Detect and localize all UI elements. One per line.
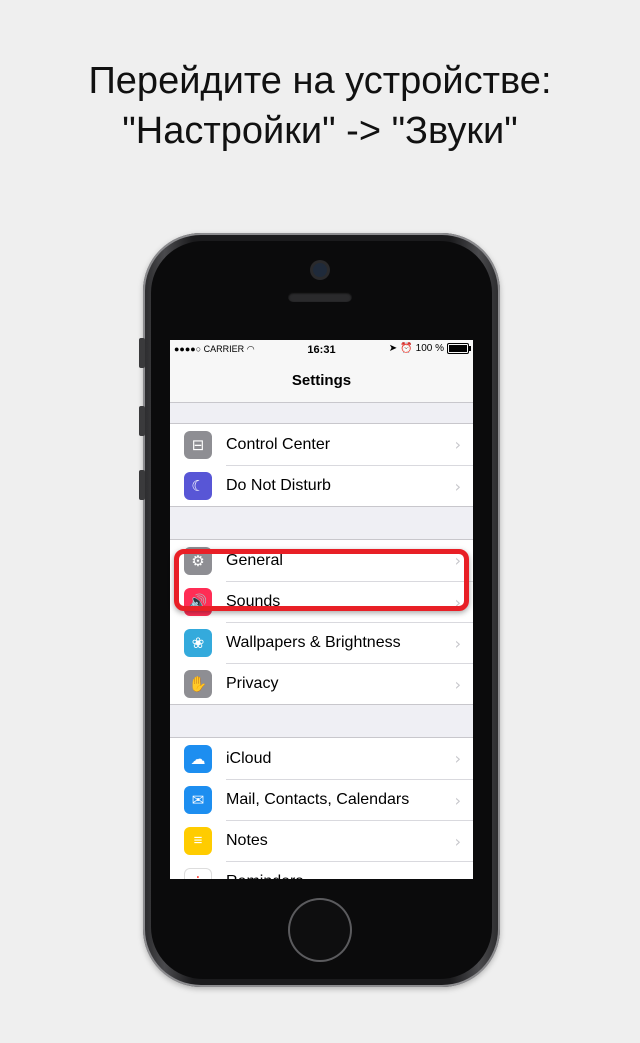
- cloud-icon: ☁: [184, 744, 212, 773]
- chevron-right-icon: ›: [454, 674, 461, 694]
- earpiece-speaker: [288, 292, 352, 302]
- notes-icon: ≡: [184, 826, 212, 855]
- moon-icon: ☾: [184, 471, 212, 500]
- settings-item-body: Notes ›: [226, 820, 473, 861]
- settings-item-label: Notes: [226, 832, 268, 849]
- reminders-icon: ⋮: [184, 867, 212, 879]
- settings-item-reminders[interactable]: ⋮ Reminders ›: [170, 861, 473, 879]
- settings-item-body: Control Center ›: [226, 424, 473, 465]
- hand-icon: ✋: [184, 669, 212, 698]
- volume-up-button: [139, 406, 145, 436]
- control-center-icon: ⊟: [184, 430, 212, 459]
- settings-item-label: iCloud: [226, 749, 272, 767]
- flower-icon: ❀: [184, 628, 212, 657]
- settings-item-body: Mail, Contacts, Calendars ›: [226, 779, 473, 820]
- home-button[interactable]: [290, 900, 350, 960]
- mail-icon: ✉: [184, 785, 212, 814]
- chevron-right-icon: ›: [454, 790, 461, 810]
- battery-icon: [447, 343, 471, 354]
- settings-item-body: Do Not Disturb ›: [226, 465, 473, 506]
- settings-item-label: Reminders: [226, 873, 303, 879]
- instruction-text: Перейдите на устройстве: "Настройки" -> …: [0, 56, 640, 156]
- settings-item-icloud[interactable]: ☁ iCloud ›: [170, 738, 473, 779]
- mute-switch: [139, 338, 145, 368]
- location-icon: ➤: [388, 343, 398, 354]
- chevron-right-icon: ›: [454, 476, 461, 496]
- battery-percent: 100 %: [415, 343, 444, 354]
- settings-item-label: Privacy: [226, 675, 279, 692]
- chevron-right-icon: ›: [454, 749, 461, 768]
- settings-item-do-not-disturb[interactable]: ☾ Do Not Disturb ›: [170, 465, 473, 506]
- settings-group-1: ⊟ Control Center › ☾ Do Not Disturb ›: [170, 423, 473, 507]
- front-camera: [313, 263, 327, 277]
- settings-item-label: Wallpapers & Brightness: [226, 634, 401, 651]
- settings-item-control-center[interactable]: ⊟ Control Center ›: [170, 424, 473, 465]
- chevron-right-icon: ›: [454, 831, 461, 851]
- settings-item-privacy[interactable]: ✋ Privacy ›: [170, 663, 473, 704]
- nav-title: Settings: [170, 360, 473, 403]
- status-bar: ●●●●○ CARRIER ◠ 16:31 ➤ ⏰ 100 %: [170, 340, 473, 360]
- alarm-icon: ⏰: [400, 343, 413, 354]
- instruction-line-2: "Настройки" -> "Звуки": [122, 110, 518, 152]
- settings-item-body: Wallpapers & Brightness ›: [226, 622, 473, 663]
- settings-item-body: Reminders ›: [226, 861, 473, 879]
- settings-item-label: Do Not Disturb: [226, 477, 331, 494]
- settings-item-mail-contacts-calendars[interactable]: ✉ Mail, Contacts, Calendars ›: [170, 779, 473, 820]
- settings-item-body: Privacy ›: [226, 663, 473, 704]
- status-right: ➤ ⏰ 100 %: [388, 343, 471, 354]
- settings-list: ⊟ Control Center › ☾ Do Not Disturb › ⚙ General…: [170, 403, 473, 879]
- sounds-highlight-box: [174, 549, 469, 611]
- chevron-right-icon: ›: [455, 873, 461, 880]
- instruction-line-1: Перейдите на устройстве:: [88, 60, 552, 102]
- settings-item-label: Mail, Contacts, Calendars: [226, 791, 410, 808]
- settings-item-body: iCloud ›: [226, 738, 473, 779]
- settings-item-notes[interactable]: ≡ Notes ›: [170, 820, 473, 861]
- settings-item-wallpapers-brightness[interactable]: ❀ Wallpapers & Brightness ›: [170, 622, 473, 663]
- chevron-right-icon: ›: [454, 633, 461, 653]
- chevron-right-icon: ›: [454, 435, 461, 454]
- settings-item-label: Control Center: [226, 435, 331, 453]
- settings-group-3: ☁ iCloud › ✉ Mail, Contacts, Calendars › ≡ Note…: [170, 737, 473, 879]
- volume-down-button: [139, 470, 145, 500]
